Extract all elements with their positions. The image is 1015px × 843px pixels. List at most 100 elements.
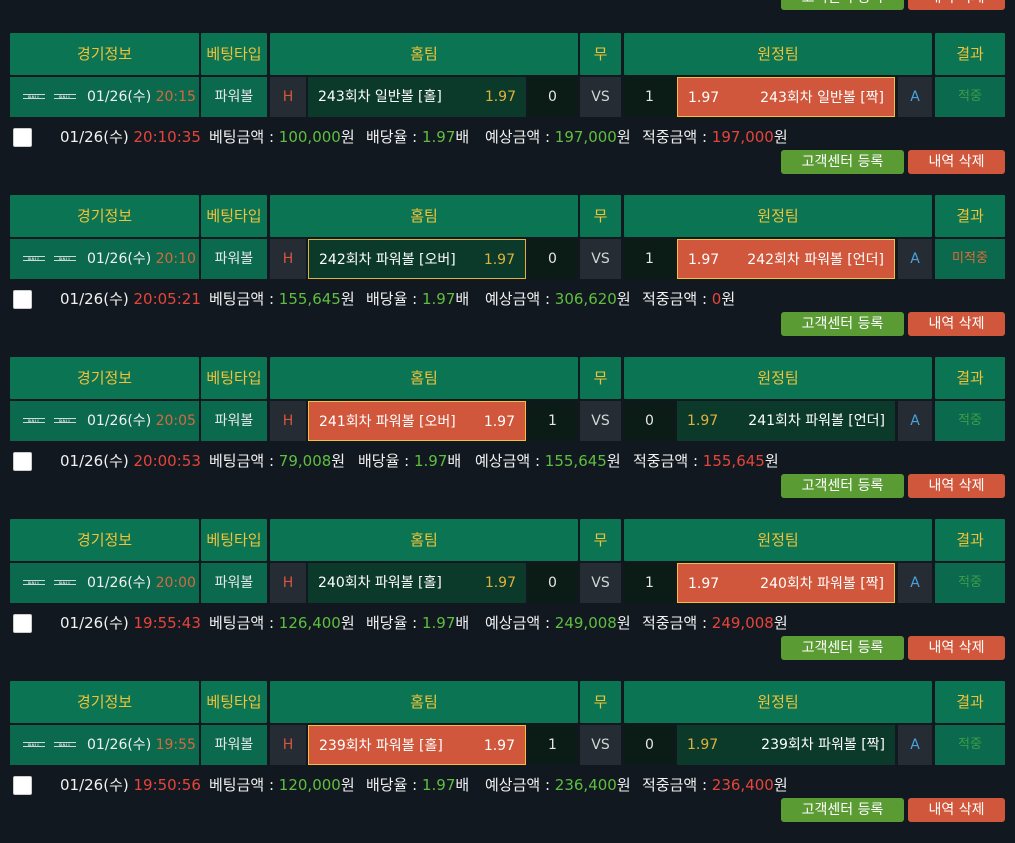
home-marker: H xyxy=(270,563,306,603)
header-home-team: 홈팀 xyxy=(270,357,578,399)
select-checkbox[interactable] xyxy=(13,776,32,795)
result-badge: 적중 xyxy=(935,77,1005,117)
bet-actions: 고객센터 등록 내역 삭제 xyxy=(0,798,1015,822)
select-checkbox[interactable] xyxy=(13,452,32,471)
powerball-logo-icon xyxy=(54,254,76,264)
register-button[interactable]: 고객센터 등록 xyxy=(781,636,904,660)
away-team-option[interactable]: 1.97 243회차 일반볼 [짝] xyxy=(677,77,895,117)
away-score: 1 xyxy=(624,77,675,117)
away-team-option[interactable]: 1.97 239회차 파워볼 [짝] xyxy=(677,725,895,765)
away-odds: 1.97 xyxy=(688,252,720,268)
home-team-option[interactable]: 242회차 파워볼 [오버] 1.97 xyxy=(308,239,526,279)
header-home-team: 홈팀 xyxy=(270,519,578,561)
header-draw: 무 xyxy=(580,681,621,723)
home-team-option[interactable]: 239회차 파워볼 [홀] 1.97 xyxy=(308,725,526,765)
header-away-team: 원정팀 xyxy=(624,681,932,723)
result-badge: 적중 xyxy=(935,401,1005,441)
game-row: 01/26(수) 20:15 파워볼 H 243회차 일반볼 [홀]1.97 0… xyxy=(0,77,1015,117)
game-row: 01/26(수) 20:05 파워볼 H 241회차 파워볼 [오버]1.97 … xyxy=(0,401,1015,441)
home-score: 0 xyxy=(528,563,577,603)
result-badge: 적중 xyxy=(935,725,1005,765)
bet-entry: 경기정보 베팅타입 홈팀 무 원정팀 결과 01/26(수) 20:05 파워볼… xyxy=(0,357,1015,519)
bet-type: 파워볼 xyxy=(201,239,267,279)
delete-button[interactable]: 내역 삭제 xyxy=(908,312,1005,336)
header-draw: 무 xyxy=(580,195,621,237)
powerball-logo-icon xyxy=(23,740,45,750)
delete-button[interactable]: 내역 삭제 xyxy=(908,150,1005,174)
header-result: 결과 xyxy=(935,357,1005,399)
delete-button[interactable]: 내역 삭제 xyxy=(908,636,1005,660)
vs-label: VS xyxy=(580,401,621,441)
register-button[interactable]: 고객센터 등록 xyxy=(781,474,904,498)
header-draw: 무 xyxy=(580,519,621,561)
game-datetime: 01/26(수) 20:00 xyxy=(87,575,196,591)
home-team-option[interactable]: 240회차 파워볼 [홀] 1.97 xyxy=(308,563,526,603)
header-bet-type: 베팅타입 xyxy=(201,519,267,561)
header-away-team: 원정팀 xyxy=(624,33,932,75)
home-score: 0 xyxy=(528,77,577,117)
game-info-cell: 01/26(수) 20:05 xyxy=(10,401,199,441)
away-team-option[interactable]: 1.97 242회차 파워볼 [언더] xyxy=(677,239,895,279)
header-game-info: 경기정보 xyxy=(10,357,199,399)
vs-label: VS xyxy=(580,725,621,765)
header-result: 결과 xyxy=(935,33,1005,75)
game-datetime: 01/26(수) 19:55 xyxy=(87,737,196,753)
header-draw: 무 xyxy=(580,357,621,399)
header-bet-type: 베팅타입 xyxy=(201,681,267,723)
home-score: 1 xyxy=(528,725,577,765)
away-odds: 1.97 xyxy=(688,90,720,106)
home-marker: H xyxy=(270,77,306,117)
away-odds: 1.97 xyxy=(687,737,719,753)
register-button[interactable]: 고객센터 등록 xyxy=(781,0,904,10)
header-game-info: 경기정보 xyxy=(10,681,199,723)
powerball-logo-icon xyxy=(23,254,45,264)
header-bet-type: 베팅타입 xyxy=(201,357,267,399)
header-result: 결과 xyxy=(935,195,1005,237)
header-home-team: 홈팀 xyxy=(270,681,578,723)
bet-type: 파워볼 xyxy=(201,725,267,765)
select-checkbox[interactable] xyxy=(13,614,32,633)
home-marker: H xyxy=(270,725,306,765)
header-away-team: 원정팀 xyxy=(624,357,932,399)
header-draw: 무 xyxy=(580,33,621,75)
delete-button[interactable]: 내역 삭제 xyxy=(908,798,1005,822)
game-row: 01/26(수) 20:10 파워볼 H 242회차 파워볼 [오버]1.97 … xyxy=(0,239,1015,279)
away-marker: A xyxy=(898,77,932,117)
delete-button[interactable]: 내역 삭제 xyxy=(908,474,1005,498)
bet-type: 파워볼 xyxy=(201,77,267,117)
game-info-cell: 01/26(수) 19:55 xyxy=(10,725,199,765)
powerball-logo-icon xyxy=(23,578,45,588)
bet-type: 파워볼 xyxy=(201,563,267,603)
header-away-team: 원정팀 xyxy=(624,519,932,561)
powerball-logo-icon xyxy=(54,416,76,426)
away-marker: A xyxy=(898,725,932,765)
away-team-option[interactable]: 1.97 240회차 파워볼 [짝] xyxy=(677,563,895,603)
powerball-logo-icon xyxy=(23,92,45,102)
bet-entry: 경기정보 베팅타입 홈팀 무 원정팀 결과 01/26(수) 19:55 파워볼… xyxy=(0,681,1015,843)
header-game-info: 경기정보 xyxy=(10,195,199,237)
register-button[interactable]: 고객센터 등록 xyxy=(781,150,904,174)
game-row: 01/26(수) 19:55 파워볼 H 239회차 파워볼 [홀]1.97 1… xyxy=(0,725,1015,765)
delete-button[interactable]: 내역 삭제 xyxy=(908,0,1005,10)
bet-actions: 고객센터 등록 내역 삭제 xyxy=(0,636,1015,660)
register-button[interactable]: 고객센터 등록 xyxy=(781,798,904,822)
game-row: 01/26(수) 20:00 파워볼 H 240회차 파워볼 [홀]1.97 0… xyxy=(0,563,1015,603)
away-score: 1 xyxy=(624,239,675,279)
away-team-option[interactable]: 1.97 241회차 파워볼 [언더] xyxy=(677,401,895,441)
select-checkbox[interactable] xyxy=(13,290,32,309)
home-odds: 1.97 xyxy=(483,414,515,430)
vs-label: VS xyxy=(580,77,621,117)
game-datetime: 01/26(수) 20:10 xyxy=(87,251,196,267)
bet-type: 파워볼 xyxy=(201,401,267,441)
powerball-logo-icon xyxy=(54,578,76,588)
header-home-team: 홈팀 xyxy=(270,195,578,237)
register-button[interactable]: 고객센터 등록 xyxy=(781,312,904,336)
home-team-option[interactable]: 241회차 파워볼 [오버] 1.97 xyxy=(308,401,526,441)
header-result: 결과 xyxy=(935,519,1005,561)
bet-actions: 고객센터 등록 내역 삭제 xyxy=(0,150,1015,174)
home-team-option[interactable]: 243회차 일반볼 [홀] 1.97 xyxy=(308,77,526,117)
home-score: 1 xyxy=(528,401,577,441)
select-checkbox[interactable] xyxy=(13,128,32,147)
home-odds: 1.97 xyxy=(484,575,516,591)
home-marker: H xyxy=(270,401,306,441)
